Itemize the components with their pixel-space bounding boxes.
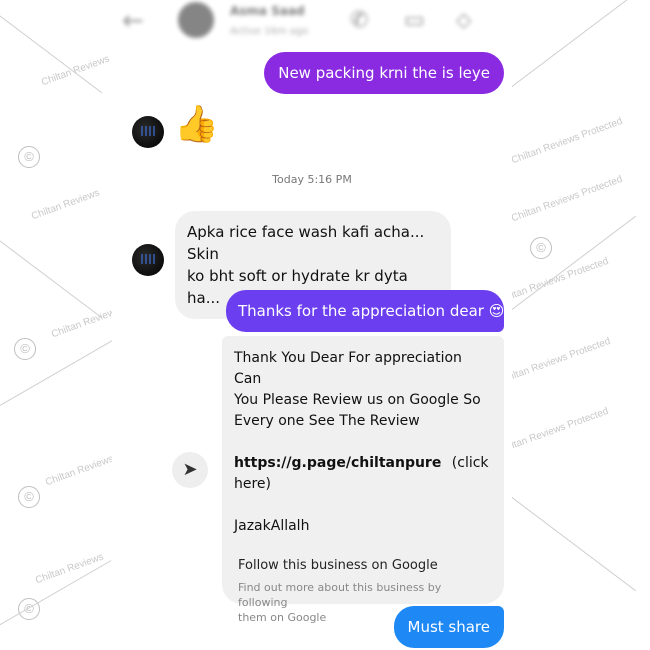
outgoing-message[interactable]: Thanks for the appreciation dear 😍 <box>226 290 504 332</box>
copyright-icon: © <box>18 146 40 168</box>
card-signature: JazakAllalh <box>234 518 310 534</box>
chat-screen: ← Asma Saad Active 16m ago ✆ ▭ ⬦ New pac… <box>112 0 512 650</box>
watermark-text: Chiltan Reviews <box>30 187 102 223</box>
contact-avatar[interactable] <box>178 2 214 38</box>
message-text: Apka rice face wash kafi acha... Skin <box>187 223 425 263</box>
watermark-text: Chiltan Reviews <box>40 53 112 89</box>
thumbs-up-reaction[interactable]: 👍 <box>174 105 219 145</box>
back-arrow-icon[interactable]: ← <box>122 6 144 36</box>
contact-avatar[interactable] <box>132 116 164 148</box>
tag-icon[interactable]: ⬦ <box>456 8 471 33</box>
phone-icon[interactable]: ✆ <box>350 8 368 33</box>
card-text: You Please Review us on Google So <box>234 392 481 408</box>
left-watermark-panel: Chiltan Reviews © Chiltan Reviews Chilta… <box>0 0 112 650</box>
watermark-text: Chiltan Reviews Protected <box>510 115 624 167</box>
watermark-text: Chiltan Reviews Protected <box>500 335 612 387</box>
card-text: Thank You Dear For appreciation Can <box>234 350 462 387</box>
outgoing-message[interactable]: Must share <box>393 606 504 648</box>
watermark-line <box>500 215 637 319</box>
copyright-icon: © <box>18 598 40 620</box>
message-text: Thanks for the appreciation dear 😍 <box>238 302 505 320</box>
watermark-text: Chiltan Reviews Protected <box>500 405 610 457</box>
review-request-card[interactable]: Thank You Dear For appreciation Can You … <box>222 336 504 624</box>
copyright-icon: © <box>530 237 552 259</box>
right-watermark-panel: Chiltan Reviews Protected Chiltan Review… <box>500 0 650 650</box>
chat-header: ← Asma Saad Active 16m ago ✆ ▭ ⬦ <box>112 0 512 48</box>
card-text: here) <box>234 476 272 492</box>
copyright-icon: © <box>14 338 36 360</box>
contact-status: Active 16m ago <box>230 26 309 37</box>
watermark-text: Chiltan Reviews Protected <box>500 255 610 307</box>
video-icon[interactable]: ▭ <box>404 8 425 33</box>
watermark-text: Chiltan Reviews <box>44 453 112 489</box>
card-text: Every one See The Review <box>234 413 420 429</box>
google-review-link[interactable]: https://g.page/chiltanpure <box>234 455 441 471</box>
watermark-text: Chiltan Reviews Protected <box>510 173 624 225</box>
card-text: (click <box>451 455 489 471</box>
watermark-text: Chiltan Reviews <box>50 305 112 341</box>
follow-title[interactable]: Follow this business on Google <box>238 555 492 576</box>
copyright-icon: © <box>18 486 40 508</box>
watermark-line <box>0 233 103 319</box>
contact-name[interactable]: Asma Saad <box>230 4 305 18</box>
contact-avatar[interactable] <box>132 244 164 276</box>
watermark-line <box>500 488 637 592</box>
watermark-line <box>500 0 637 96</box>
message-text: New packing krni the is leye <box>278 64 490 82</box>
share-icon[interactable]: ➤ <box>172 452 208 488</box>
outgoing-message[interactable]: New packing krni the is leye <box>264 52 504 94</box>
message-timestamp: Today 5:16 PM <box>272 173 352 186</box>
message-text: Must share <box>407 618 491 636</box>
